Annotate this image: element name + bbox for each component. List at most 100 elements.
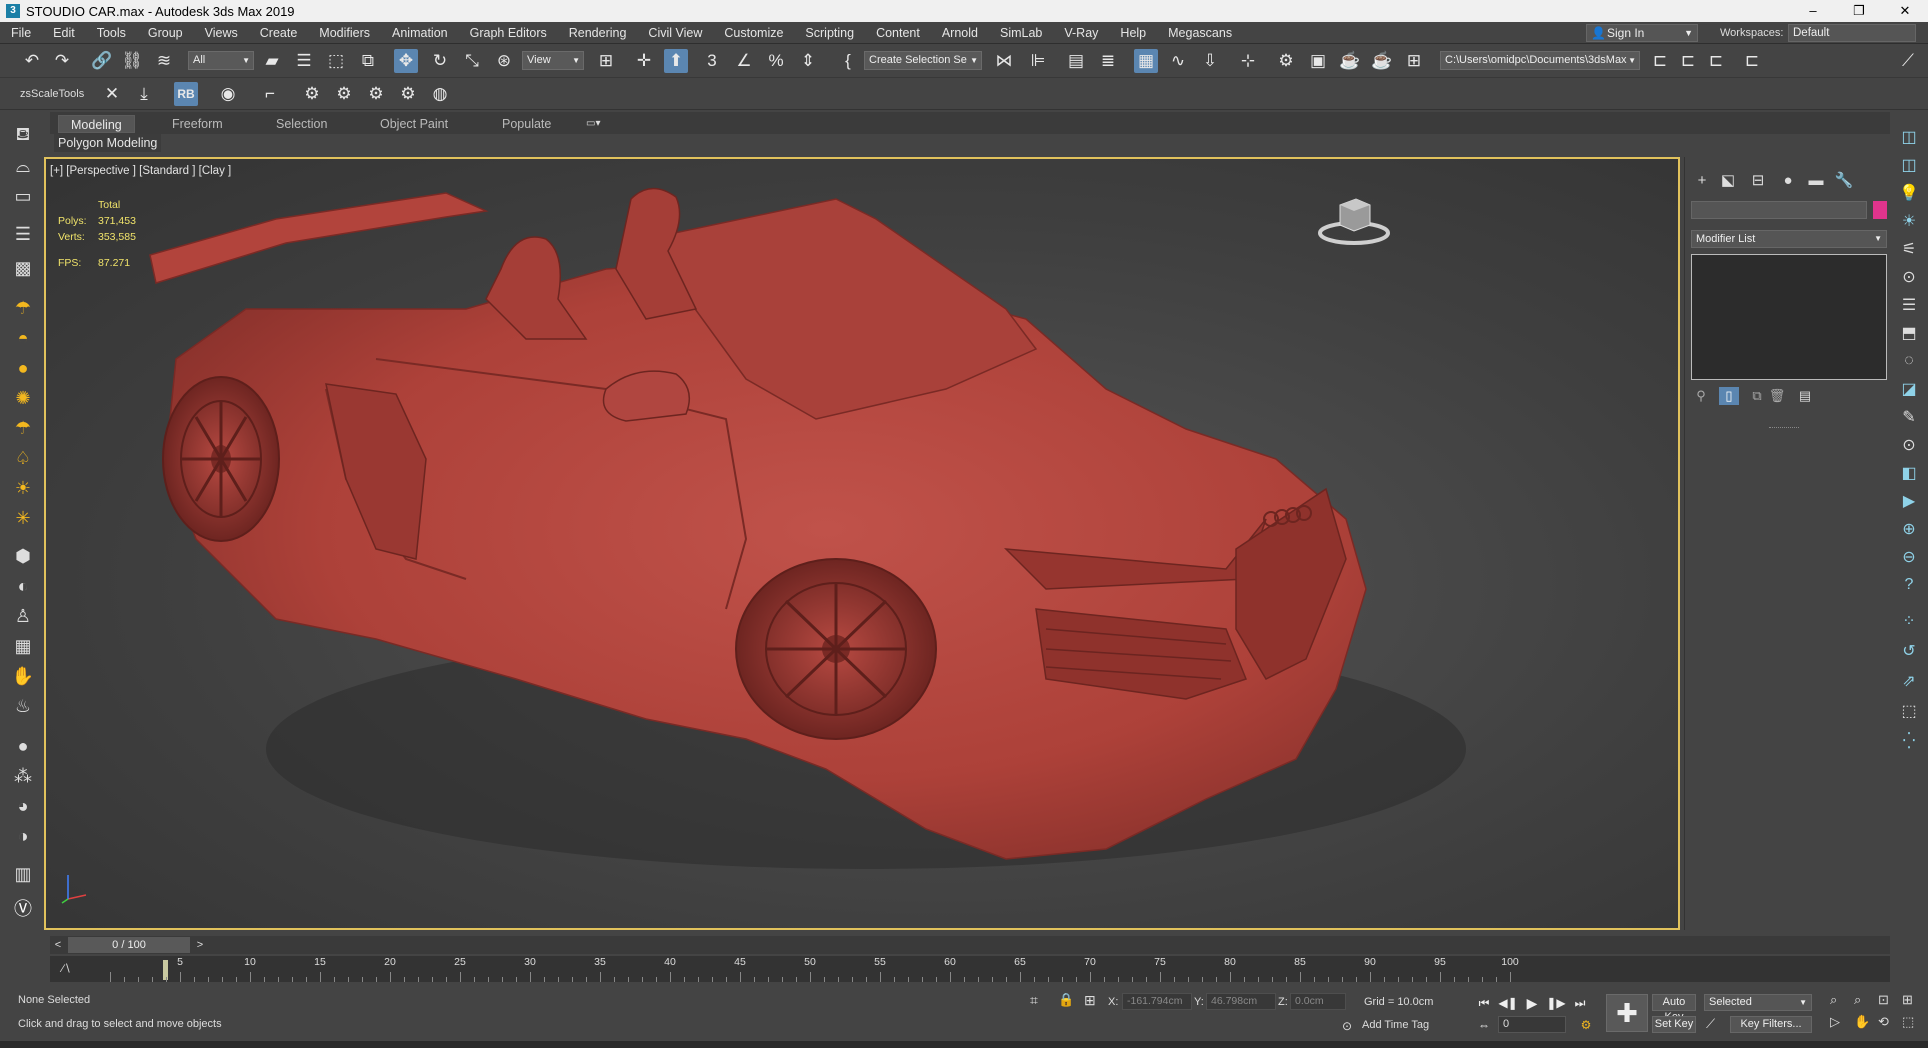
menu-civil-view[interactable]: Civil View [637,22,713,44]
gear-tool-icon[interactable]: ⚙ [300,82,324,106]
toggle-ribbon-icon[interactable]: ▦ [1134,49,1158,73]
go-to-start-icon[interactable]: ⏮ [1474,994,1494,1012]
menu-megascans[interactable]: Megascans [1157,22,1243,44]
edit-named-selection-icon[interactable]: { [836,49,860,73]
orbit-icon[interactable]: ⌓ [10,154,36,178]
ribbon-options-icon[interactable]: ▭▾ [586,115,600,133]
x-coordinate-input[interactable]: -161.794cm [1122,993,1192,1010]
menu-graph-editors[interactable]: Graph Editors [459,22,558,44]
time-slider[interactable]: < 0 / 100 > [50,936,1890,954]
project-folder-dropdown[interactable]: C:\Users\omidpc\Documents\3dsMax ▼ [1440,51,1640,70]
track-bar[interactable]: ∕∖ 5 10 15 20 25 30 35 40 45 50 55 60 65 70 75 80 85 90 95… [50,956,1890,982]
menu-create[interactable]: Create [249,22,309,44]
bell-light-icon[interactable]: ♤ [10,446,36,470]
sky-icon[interactable]: ✳ [10,506,36,530]
redo-icon[interactable]: ↷ [50,49,74,73]
select-object-icon[interactable]: ▰ [260,49,284,73]
zoom-extents-icon[interactable]: ⊡ [1878,992,1889,1008]
modifier-stack[interactable] [1691,254,1887,380]
previous-frame-icon[interactable]: ◀❚ [1498,994,1518,1012]
pan-view-icon[interactable]: ✋ [1854,1014,1870,1030]
add-time-tag[interactable]: Add Time Tag [1362,1019,1429,1031]
paint-icon[interactable]: ✎ [1896,406,1922,428]
gear-tool-2-icon[interactable]: ⚙ [332,82,356,106]
person-icon[interactable]: ♙ [10,604,36,628]
go-to-end-icon[interactable]: ⏭ [1570,994,1590,1012]
help-icon[interactable]: ? [1896,574,1922,596]
viewport-label[interactable]: [+] [Perspective ] [Standard ] [Clay ] [50,165,231,177]
viewport-camera-icon[interactable]: ◫ [1896,126,1922,148]
tab-object-paint[interactable]: Object Paint [380,115,448,133]
menu-modifiers[interactable]: Modifiers [308,22,381,44]
close-button[interactable]: ✕ [1882,0,1928,22]
set-keys-icon[interactable]: ✚ [1606,994,1648,1032]
percent-snap-icon[interactable]: % [764,49,788,73]
sun-light-icon[interactable]: ☀ [1896,210,1922,232]
spot-light-icon[interactable]: ☂ [10,416,36,440]
default-in-out-tangents-icon[interactable]: ⟋ [1706,1016,1715,1032]
named-selection-dropdown[interactable]: Create Selection Se ▼ [864,51,982,70]
create-tab-icon[interactable]: + [1689,169,1715,191]
tab-modeling[interactable]: Modeling [58,115,135,133]
absolute-mode-icon[interactable]: ⊞ [1084,992,1096,1009]
render-in-cloud-icon[interactable]: ⊞ [1402,49,1426,73]
schematic-view-icon[interactable]: ⇩ [1198,49,1222,73]
scene-states-icon[interactable]: ⚟ [1896,238,1922,260]
sphere-tool-icon[interactable]: ◉ [216,82,240,106]
half-sphere-icon[interactable]: ◓ [10,326,36,350]
open-project-icon[interactable]: ⊏ [1676,49,1700,73]
grid-map-icon[interactable]: ▦ [10,634,36,658]
tab-freeform[interactable]: Freeform [172,115,223,133]
nav-walk-icon[interactable]: ⇗ [1896,670,1922,692]
water-drop-icon[interactable]: ♨ [10,694,36,718]
menu-tools[interactable]: Tools [86,22,137,44]
collapse-icon[interactable]: ✕ [100,82,124,106]
spinner-snap-icon[interactable]: ⇕ [796,49,820,73]
doc-settings-2-icon[interactable]: ⚙ [396,82,420,106]
align-icon[interactable]: ⊫ [1026,49,1050,73]
cube-icon[interactable]: ⬢ [10,544,36,568]
orbit-camera-icon[interactable]: ⊖ [1896,546,1922,568]
current-frame-input[interactable]: 0 [1498,1016,1566,1033]
material-ball-icon[interactable]: ● [10,734,36,758]
render-setup-icon[interactable]: ⚙ [1274,49,1298,73]
layer-explorer-icon[interactable]: ≣ [1096,49,1120,73]
light-bulb-icon[interactable]: 💡 [1896,182,1922,204]
render-setting-icon[interactable]: ⊙ [1896,266,1922,288]
remove-modifier-icon[interactable]: 🗑 [1767,387,1787,405]
menu-scripting[interactable]: Scripting [794,22,865,44]
place-icon[interactable]: ⊛ [492,49,516,73]
globe-icon[interactable]: ◐ [10,574,36,598]
selection-lock-icon[interactable]: 🔒 [1058,992,1074,1008]
zoom-all-icon[interactable]: ⌕ [1854,992,1861,1008]
material-editor-icon[interactable]: ⊹ [1236,49,1260,73]
auto-key-button[interactable]: Auto Key [1652,994,1696,1023]
sun-icon[interactable]: ☀ [10,476,36,500]
maximize-viewport-icon[interactable]: ⬚ [1902,1014,1914,1030]
selection-filter-dropdown[interactable]: All ▼ [188,51,254,70]
render-iterative-icon[interactable]: ☕ [1370,49,1394,73]
select-by-name-icon[interactable]: ☰ [292,49,316,73]
mirror-icon[interactable]: ⋈ [992,49,1016,73]
sign-in-dropdown[interactable]: 👤 Sign In ▼ [1586,24,1698,42]
rendered-frame-window-icon[interactable]: ▣ [1306,49,1330,73]
time-prev-arrow[interactable]: < [50,936,66,954]
snaps-toggle-icon[interactable]: 3 [700,49,724,73]
nav-pan-icon[interactable]: ⁘ [1896,610,1922,632]
menu-group[interactable]: Group [137,22,194,44]
isolate-selection-icon[interactable]: ⌗ [1030,992,1038,1009]
tab-selection[interactable]: Selection [276,115,327,133]
teapot-icon[interactable]: ⛾ [10,124,36,148]
tab-populate[interactable]: Populate [502,115,551,133]
project-assets-icon[interactable]: ⊏ [1740,49,1764,73]
pivot-center-icon[interactable]: ⊞ [594,49,618,73]
menu-help[interactable]: Help [1109,22,1157,44]
time-slider-thumb[interactable]: 0 / 100 [68,937,190,953]
list-icon[interactable]: ☰ [10,222,36,246]
nav-zoom-icon[interactable]: ⬚ [1896,700,1922,722]
project-settings-icon[interactable]: ⊏ [1704,49,1728,73]
select-manipulate-icon[interactable]: ✛ [632,49,656,73]
pin-stack-icon[interactable]: ⚲ [1691,387,1711,405]
y-coordinate-input[interactable]: 46.798cm [1206,993,1276,1010]
track-ruler[interactable]: 5 10 15 20 25 30 35 40 45 50 55 60 65 70 75 80 85 90 95 100 [108,956,1888,982]
